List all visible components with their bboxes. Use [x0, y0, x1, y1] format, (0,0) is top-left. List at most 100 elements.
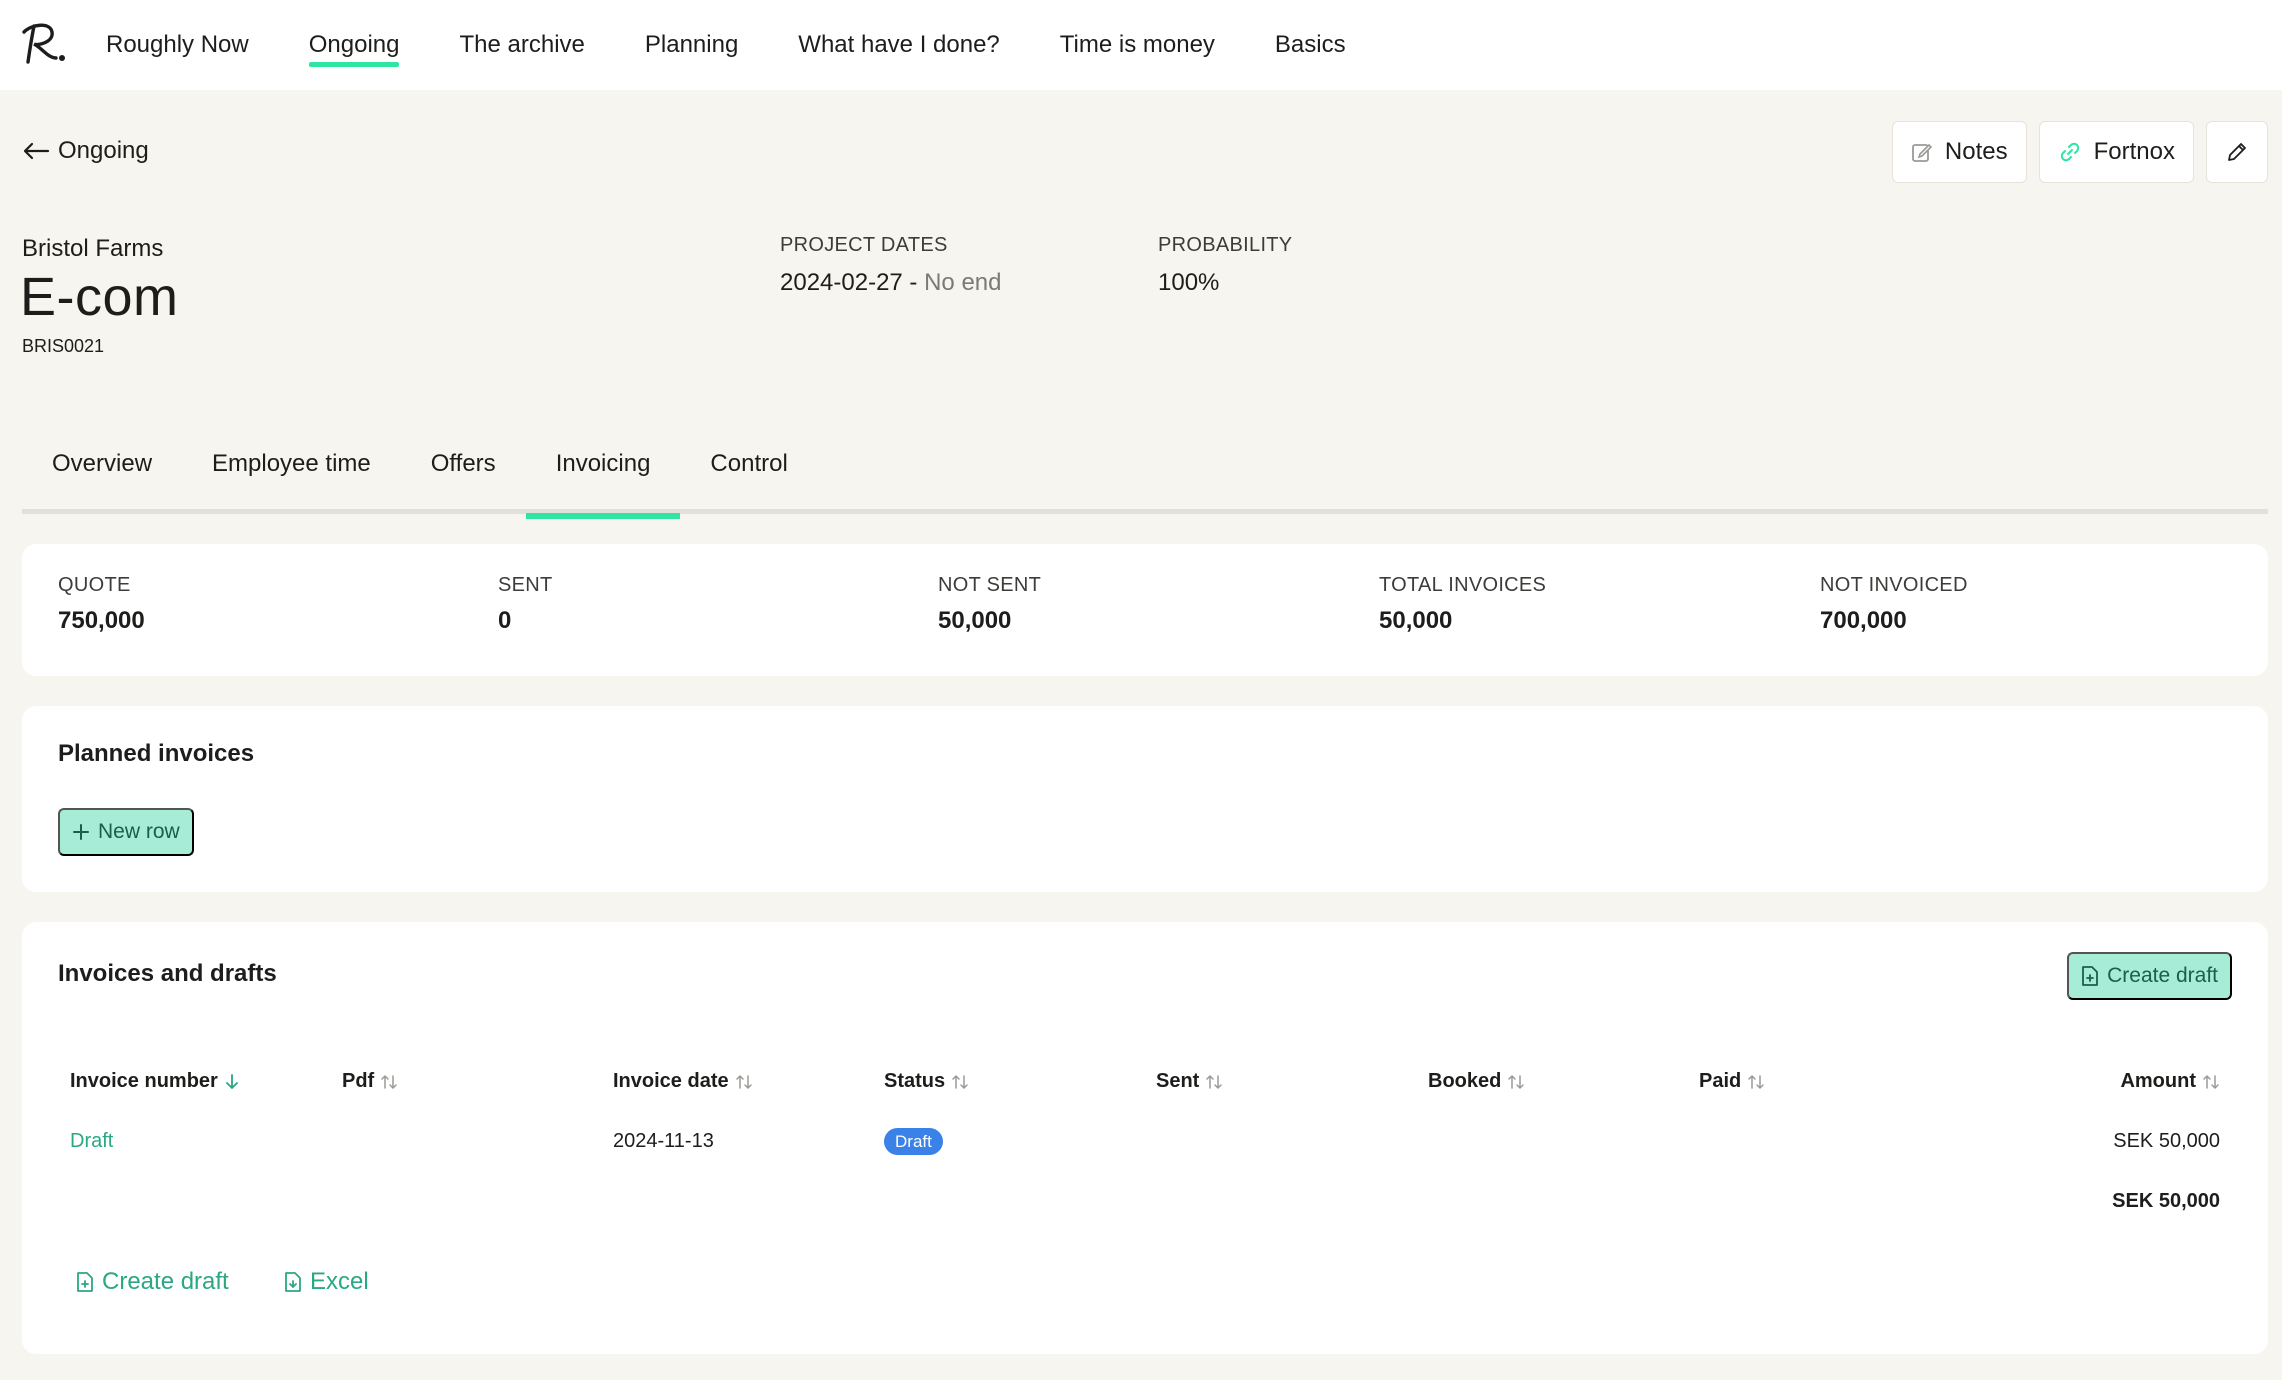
column-booked[interactable]: Booked [1428, 1070, 1525, 1093]
sort-icon [1748, 1074, 1764, 1089]
project-probability: PROBABILITY 100% [1158, 234, 1292, 297]
project-dates-label: PROJECT DATES [780, 234, 948, 256]
column-invoice-date[interactable]: Invoice date [613, 1070, 753, 1093]
project-code: BRIS0021 [22, 336, 105, 356]
summary-label: TOTAL INVOICES [1379, 574, 1547, 596]
new-row-button[interactable]: New row [58, 808, 194, 856]
column-header-label: Sent [1156, 1070, 1200, 1092]
file-download-icon [285, 1272, 301, 1292]
column-header-label: Booked [1428, 1070, 1502, 1092]
amount-cell: SEK 50,000 [2113, 1130, 2220, 1152]
probability-label: PROBABILITY [1158, 234, 1293, 256]
nav-item-ongoing[interactable]: Ongoing [308, 33, 399, 67]
tab-control[interactable]: Control [680, 448, 817, 514]
column-pdf[interactable]: Pdf [342, 1070, 398, 1093]
edit-note-icon [1912, 143, 1933, 162]
column-header-label: Pdf [342, 1070, 375, 1092]
tab-offers[interactable]: Offers [401, 448, 526, 514]
nav-item-basics[interactable]: Basics [1275, 33, 1346, 57]
invoices-title: Invoices and drafts [58, 960, 277, 987]
planned-invoices-title: Planned invoices [58, 740, 255, 767]
column-invoice-number[interactable]: Invoice number [70, 1070, 240, 1093]
file-plus-icon [77, 1272, 93, 1292]
tab-overview[interactable]: Overview [22, 448, 182, 514]
summary-value: 700,000 [1820, 607, 1907, 634]
arrow-left-icon [23, 142, 50, 160]
invoices-total: SEK 50,000 [2112, 1190, 2220, 1212]
footer-create-draft-link[interactable]: Create draft [76, 1268, 229, 1296]
notes-button-label: Notes [1944, 138, 2008, 165]
create-draft-label: Create draft [2107, 964, 2218, 987]
probability-value: 100% [1158, 269, 1220, 296]
summary-total-invoices: TOTAL INVOICES 50,000 [1379, 574, 1546, 635]
project-end-date: No end [924, 269, 1002, 296]
sort-desc-icon [225, 1073, 238, 1089]
project-tabs: Overview Employee time Offers Invoicing … [22, 448, 2268, 519]
sort-icon [1206, 1074, 1223, 1089]
summary-value: 50,000 [1379, 607, 1453, 634]
invoicing-summary: QUOTE 750,000 SENT 0 NOT SENT 50,000 TOT… [22, 544, 2268, 676]
summary-sent: SENT 0 [498, 574, 553, 635]
summary-value: 750,000 [58, 607, 145, 634]
column-status[interactable]: Status [884, 1070, 969, 1093]
plus-icon [73, 824, 89, 840]
planned-invoices-card: Planned invoices New row [22, 706, 2268, 892]
column-header-label: Paid [1699, 1070, 1742, 1092]
excel-export-link[interactable]: Excel [284, 1268, 369, 1296]
summary-not-sent: NOT SENT 50,000 [938, 574, 1041, 635]
column-header-label: Amount [2120, 1070, 2196, 1092]
project-actions: Notes Fortnox [1891, 121, 2268, 183]
summary-value: 0 [498, 607, 512, 634]
summary-label: NOT INVOICED [1820, 574, 1968, 596]
back-link-label: Ongoing [58, 137, 149, 164]
nav-item-planning[interactable]: Planning [645, 33, 738, 57]
summary-not-invoiced: NOT INVOICED 700,000 [1820, 574, 1968, 635]
sort-icon [2203, 1074, 2219, 1089]
fortnox-button-label: Fortnox [2093, 138, 2175, 165]
link-icon [2060, 142, 2079, 162]
create-draft-button[interactable]: Create draft [2067, 952, 2232, 1000]
sort-icon [1508, 1074, 1525, 1089]
edit-project-button[interactable] [2206, 121, 2268, 183]
column-header-label: Invoice date [613, 1070, 729, 1092]
column-paid[interactable]: Paid [1699, 1070, 1765, 1093]
back-link[interactable]: Ongoing [22, 137, 149, 165]
project-start-date: 2024-02-27 [780, 269, 903, 296]
file-plus-icon [2082, 966, 2099, 986]
summary-label: SENT [498, 574, 553, 596]
invoices-card: Invoices and drafts Create draft Invoice… [22, 922, 2268, 1354]
footer-create-draft-label: Create draft [102, 1268, 229, 1295]
sort-icon [381, 1074, 397, 1089]
invoice-date-cell: 2024-11-13 [613, 1130, 714, 1152]
column-amount[interactable]: Amount [2120, 1070, 2220, 1093]
logo-icon[interactable] [20, 18, 66, 68]
pencil-icon [2228, 143, 2246, 161]
sort-icon [735, 1074, 752, 1089]
main-nav: Roughly Now Ongoing The archive Planning… [106, 0, 1406, 90]
summary-label: NOT SENT [938, 574, 1042, 596]
tab-invoicing[interactable]: Invoicing [525, 448, 681, 519]
excel-export-label: Excel [310, 1268, 369, 1295]
summary-label: QUOTE [58, 574, 131, 596]
invoice-number-link[interactable]: Draft [70, 1130, 113, 1153]
column-header-label: Invoice number [70, 1070, 218, 1092]
fortnox-button[interactable]: Fortnox [2038, 121, 2194, 183]
project-title: E-com [20, 267, 179, 327]
tab-employee-time[interactable]: Employee time [182, 448, 401, 514]
column-header-label: Status [884, 1070, 946, 1092]
sort-icon [952, 1074, 968, 1089]
client-name: Bristol Farms [22, 235, 164, 262]
new-row-label: New row [98, 820, 180, 843]
summary-quote: QUOTE 750,000 [58, 574, 145, 635]
notes-button[interactable]: Notes [1891, 121, 2027, 183]
nav-item-what-have-i-done[interactable]: What have I done? [798, 33, 999, 57]
status-badge: Draft [884, 1128, 943, 1155]
nav-item-roughly-now[interactable]: Roughly Now [106, 33, 249, 57]
nav-item-archive[interactable]: The archive [459, 33, 584, 57]
column-sent[interactable]: Sent [1156, 1070, 1223, 1093]
nav-item-time-is-money[interactable]: Time is money [1060, 33, 1215, 57]
top-navigation: Roughly Now Ongoing The archive Planning… [0, 0, 2282, 90]
project-dates-value: 2024-02-27 - No end [780, 269, 1001, 297]
summary-value: 50,000 [938, 607, 1012, 634]
project-dates: PROJECT DATES 2024-02-27 - No end [780, 234, 1001, 297]
